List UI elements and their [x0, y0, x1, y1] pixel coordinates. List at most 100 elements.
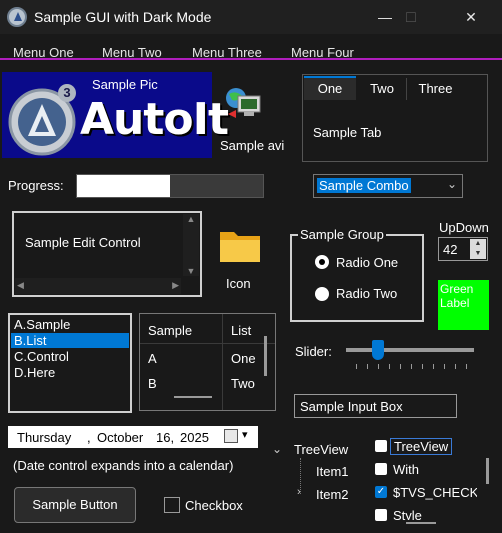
slider-tick: [389, 364, 390, 369]
combo-value: Sample Combo: [317, 178, 411, 193]
scroll-right-icon: ▶: [172, 280, 179, 290]
chevron-down-icon[interactable]: ▾: [242, 428, 248, 441]
checkbox[interactable]: [164, 497, 180, 513]
sample-button-label: Sample Button: [32, 497, 118, 512]
tree-check-label[interactable]: $TVS_CHECKBOXES: [393, 485, 477, 500]
checkbox-label: Checkbox: [185, 498, 243, 513]
listview-cell: B: [148, 376, 157, 391]
tree-vscroll-thumb[interactable]: [486, 458, 489, 484]
spin-up-icon[interactable]: ▲: [470, 239, 486, 249]
green-label: Green Label: [438, 280, 489, 330]
updown-value: 42: [443, 242, 458, 257]
sample-listview[interactable]: Sample List A One B Two: [139, 313, 276, 411]
tab-content-text: Sample Tab: [313, 125, 382, 140]
sample-listbox[interactable]: A.Sample B.List C.Control D.Here: [8, 313, 132, 413]
maximize-icon: □: [406, 9, 416, 26]
menu-two[interactable]: Menu Two: [102, 45, 162, 60]
edit-vscrollbar[interactable]: ▲ ▼: [183, 214, 199, 276]
scroll-left-icon: ◀: [17, 280, 24, 290]
date-picker[interactable]: Thursday , October 16, 2025 ▾: [8, 426, 258, 448]
edit-hscrollbar[interactable]: ◀ ▶: [15, 278, 181, 294]
date-day[interactable]: 16,: [156, 430, 174, 445]
sample-pic-caption: Sample Pic: [92, 77, 158, 92]
menu-three[interactable]: Menu Three: [192, 45, 262, 60]
list-item[interactable]: C.Control: [11, 349, 129, 364]
avi-label: Sample avi: [220, 138, 285, 153]
radio-two[interactable]: [315, 287, 329, 301]
sample-edit-control[interactable]: Sample Edit Control ▲ ▼ ◀ ▶: [12, 211, 202, 297]
list-item[interactable]: A.Sample: [11, 317, 129, 332]
slider-tick: [433, 364, 434, 369]
spin-down-icon[interactable]: ▼: [470, 249, 486, 259]
slider-ticks: [356, 364, 467, 370]
radio-one[interactable]: [315, 255, 329, 269]
tab-three-label: Three: [418, 81, 453, 96]
slider-tick: [466, 364, 467, 369]
radio-one-label: Radio One: [336, 255, 399, 270]
logo-text: AutoIt: [80, 94, 229, 145]
list-item[interactable]: D.Here: [11, 365, 129, 380]
tab-three[interactable]: Three: [406, 78, 464, 100]
date-month[interactable]: October: [97, 430, 143, 445]
column-header-list[interactable]: List: [231, 323, 251, 338]
list-item-selected[interactable]: B.List: [11, 333, 129, 348]
listview-vscroll-thumb[interactable]: [264, 336, 267, 376]
autoit-app-icon: [7, 7, 27, 27]
sample-combo[interactable]: Sample Combo ⌄: [313, 174, 463, 198]
date-sep: ,: [87, 430, 91, 445]
sample-group: [290, 234, 424, 322]
radio-two-label: Radio Two: [336, 286, 398, 301]
tree-hscroll-thumb[interactable]: [406, 522, 436, 524]
updown-control[interactable]: 42 ▲ ▼: [438, 237, 488, 261]
menu-four[interactable]: Menu Four: [291, 45, 354, 60]
scroll-down-icon: ▼: [186, 266, 196, 276]
tree-checkbox[interactable]: [375, 440, 387, 452]
date-hint: (Date control expands into a calendar): [13, 458, 234, 473]
group-title: Sample Group: [298, 227, 386, 242]
tree-check-label[interactable]: Style: [393, 508, 422, 520]
chevron-down-icon[interactable]: ⌄: [272, 442, 282, 456]
listview-cell: Two: [231, 376, 255, 391]
slider-tick: [356, 364, 357, 369]
date-year[interactable]: 2025: [180, 430, 209, 445]
sample-input-box[interactable]: Sample Input Box: [294, 394, 457, 418]
progress-label: Progress:: [8, 178, 64, 193]
slider-tick: [400, 364, 401, 369]
tab-one[interactable]: One: [304, 76, 356, 100]
tree-item1[interactable]: Item1: [316, 464, 349, 479]
radio-dot-icon: [319, 259, 325, 265]
slider-track[interactable]: [346, 348, 474, 352]
calendar-icon[interactable]: [224, 429, 238, 443]
listview-hscroll-thumb[interactable]: [174, 396, 212, 398]
avi-animation-icon: [226, 88, 261, 118]
sample-pic: Sample Pic 3 AutoIt: [2, 72, 229, 158]
slider-tick: [378, 364, 379, 369]
tree-checkbox[interactable]: [375, 509, 387, 521]
slider-thumb[interactable]: [372, 340, 384, 360]
close-button[interactable]: ✕: [448, 0, 494, 34]
slider-label: Slider:: [295, 344, 332, 359]
tree-check-label[interactable]: With: [393, 462, 419, 477]
progress-fill: [77, 175, 170, 197]
edit-text: Sample Edit Control: [25, 235, 141, 250]
window-title: Sample GUI with Dark Mode: [34, 9, 212, 25]
sample-button[interactable]: Sample Button: [14, 487, 136, 523]
tree-root[interactable]: TreeView: [294, 442, 348, 457]
tree-checkbox[interactable]: [375, 463, 387, 475]
column-header-sample[interactable]: Sample: [148, 323, 192, 338]
folder-icon: [220, 232, 260, 262]
tab-two[interactable]: Two: [360, 78, 404, 100]
menu-one[interactable]: Menu One: [13, 45, 74, 60]
date-weekday[interactable]: Thursday: [17, 430, 71, 445]
tree-check-label[interactable]: TreeView: [390, 438, 453, 455]
listview-cell: A: [148, 351, 157, 366]
slider-tick: [455, 364, 456, 369]
tree-item2[interactable]: Item2: [316, 487, 349, 502]
icon-label: Icon: [226, 276, 251, 291]
scroll-up-icon: ▲: [186, 214, 196, 224]
checkmark-icon[interactable]: ✓: [375, 486, 387, 498]
maximize-button[interactable]: □: [388, 0, 434, 34]
chevron-right-icon[interactable]: ›: [297, 486, 301, 498]
tab-two-label: Two: [370, 81, 394, 96]
chevron-down-icon: ⌄: [446, 177, 457, 191]
